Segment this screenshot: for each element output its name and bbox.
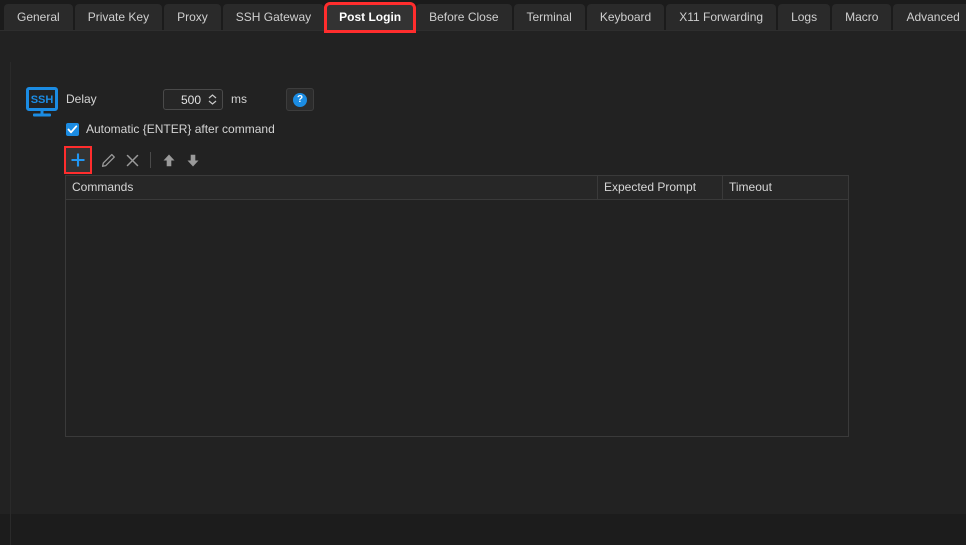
tab-label: Post Login <box>339 10 402 24</box>
commands-table[interactable]: Commands Expected Prompt Timeout <box>65 175 849 437</box>
tab-label: Proxy <box>177 10 208 24</box>
question-mark-icon: ? <box>293 92 307 107</box>
spinner-arrows[interactable] <box>205 94 222 105</box>
chevron-down-icon <box>208 100 216 105</box>
panel-left-divider <box>10 62 11 545</box>
delay-value[interactable]: 500 <box>164 93 205 107</box>
tab-label: Advanced <box>906 10 960 24</box>
toolbar-separator <box>150 152 151 168</box>
svg-text:SSH: SSH <box>31 94 54 106</box>
settings-tab-bar: General Private Key Proxy SSH Gateway Po… <box>0 0 966 33</box>
commands-table-body[interactable] <box>66 200 848 436</box>
arrow-down-icon <box>187 154 199 166</box>
tab-post-login[interactable]: Post Login <box>324 2 417 33</box>
close-x-icon <box>126 154 138 166</box>
plus-icon <box>71 153 85 167</box>
tab-label: Keyboard <box>599 10 652 24</box>
edit-command-button[interactable] <box>96 148 120 172</box>
tab-label: SSH Gateway <box>235 10 312 24</box>
post-login-content: SSH Delay 500 ms ? Automatic {ENTER} aft… <box>0 31 966 545</box>
arrow-up-icon <box>163 154 175 166</box>
tab-label: Macro <box>845 10 879 24</box>
move-down-button[interactable] <box>181 148 205 172</box>
automatic-enter-checkbox-row[interactable]: Automatic {ENTER} after command <box>66 122 275 136</box>
tab-label: Logs <box>791 10 818 24</box>
tab-label: X11 Forwarding <box>679 10 764 24</box>
add-command-button[interactable] <box>64 146 92 174</box>
delay-unit-label: ms <box>231 92 247 106</box>
tab-logs[interactable]: Logs <box>778 4 831 31</box>
tab-advanced[interactable]: Advanced <box>893 4 966 31</box>
delay-spinbox[interactable]: 500 <box>163 89 223 110</box>
tab-label: Terminal <box>526 10 572 24</box>
tab-x11-forwarding[interactable]: X11 Forwarding <box>666 4 777 31</box>
ssh-monitor-icon: SSH <box>24 87 60 118</box>
column-header-commands[interactable]: Commands <box>66 176 598 199</box>
commands-table-header: Commands Expected Prompt Timeout <box>66 176 848 200</box>
tab-keyboard[interactable]: Keyboard <box>586 4 665 31</box>
tab-proxy[interactable]: Proxy <box>164 4 221 31</box>
tab-before-close[interactable]: Before Close <box>416 4 512 31</box>
column-header-expected-prompt[interactable]: Expected Prompt <box>598 176 723 199</box>
tab-private-key[interactable]: Private Key <box>74 4 163 31</box>
tab-ssh-gateway[interactable]: SSH Gateway <box>222 4 325 31</box>
tab-label: Before Close <box>429 10 499 24</box>
column-header-timeout[interactable]: Timeout <box>723 176 848 199</box>
delete-command-button[interactable] <box>120 148 144 172</box>
tab-label: General <box>17 10 60 24</box>
move-up-button[interactable] <box>157 148 181 172</box>
tab-general[interactable]: General <box>4 4 73 31</box>
automatic-enter-checkbox[interactable] <box>66 122 79 136</box>
help-button[interactable]: ? <box>286 88 314 111</box>
commands-toolbar <box>64 146 205 174</box>
post-login-settings-panel: General Private Key Proxy SSH Gateway Po… <box>0 0 966 545</box>
delay-label: Delay <box>66 92 97 106</box>
pencil-icon <box>101 153 115 167</box>
chevron-up-icon <box>208 94 216 99</box>
tab-terminal[interactable]: Terminal <box>513 4 585 31</box>
automatic-enter-label: Automatic {ENTER} after command <box>86 122 275 136</box>
tab-macro[interactable]: Macro <box>832 4 892 31</box>
tab-label: Private Key <box>87 10 150 24</box>
checkmark-icon <box>67 124 78 133</box>
